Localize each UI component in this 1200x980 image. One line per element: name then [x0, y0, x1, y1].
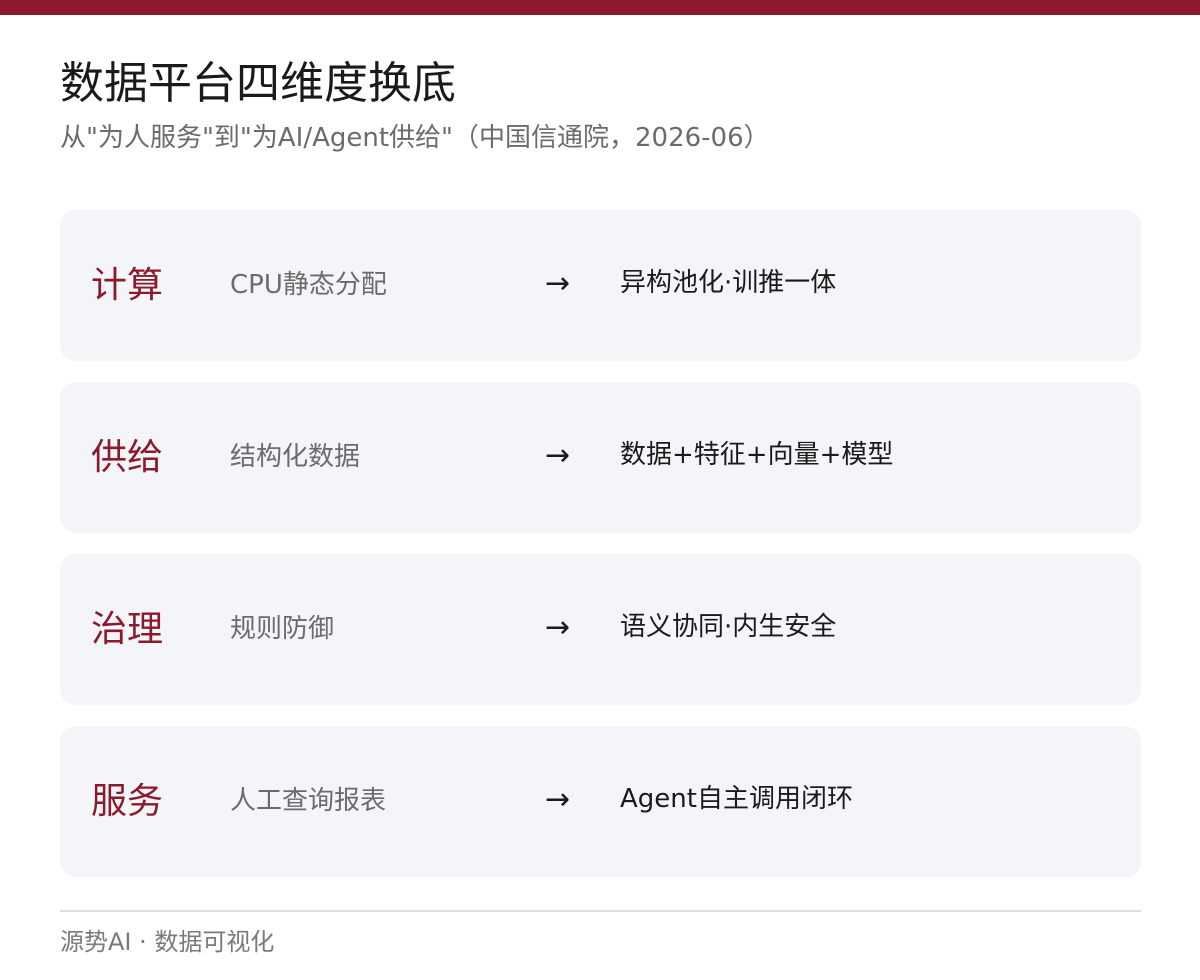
dimension-row-service: 服务 人工查询报表 → Agent自主调用闭环: [60, 726, 1141, 877]
before-state: 规则防御: [230, 614, 335, 644]
dimension-row-governance: 治理 规则防御 → 语义协同·内生安全: [60, 554, 1141, 705]
after-state: Agent自主调用闭环: [620, 784, 853, 814]
dimension-row-compute: 计算 CPU静态分配 → 异构池化·训推一体: [60, 210, 1141, 361]
dimension-rows: 计算 CPU静态分配 → 异构池化·训推一体 供给 结构化数据 → 数据+特征+…: [60, 210, 1141, 898]
after-state: 语义协同·内生安全: [620, 612, 837, 642]
arrow-right-icon: →: [545, 782, 571, 817]
footer-divider: [60, 910, 1141, 912]
dimension-label: 计算: [91, 265, 164, 306]
before-state: 人工查询报表: [230, 786, 387, 816]
dimension-row-supply: 供给 结构化数据 → 数据+特征+向量+模型: [60, 382, 1141, 533]
dimension-label: 治理: [91, 609, 164, 650]
page-title: 数据平台四维度换底: [60, 58, 456, 109]
page-subtitle: 从"为人服务"到"为AI/Agent供给"（中国信通院，2026-06）: [60, 123, 770, 153]
dimension-label: 服务: [91, 781, 164, 822]
after-state: 数据+特征+向量+模型: [620, 440, 894, 470]
footer-source: 源势AI · 数据可视化: [60, 928, 275, 956]
arrow-right-icon: →: [545, 610, 571, 645]
arrow-right-icon: →: [545, 438, 571, 473]
dimension-label: 供给: [91, 437, 164, 478]
top-accent-bar: [0, 0, 1200, 15]
before-state: CPU静态分配: [230, 270, 387, 300]
before-state: 结构化数据: [230, 442, 361, 472]
after-state: 异构池化·训推一体: [620, 268, 837, 298]
arrow-right-icon: →: [545, 266, 571, 301]
